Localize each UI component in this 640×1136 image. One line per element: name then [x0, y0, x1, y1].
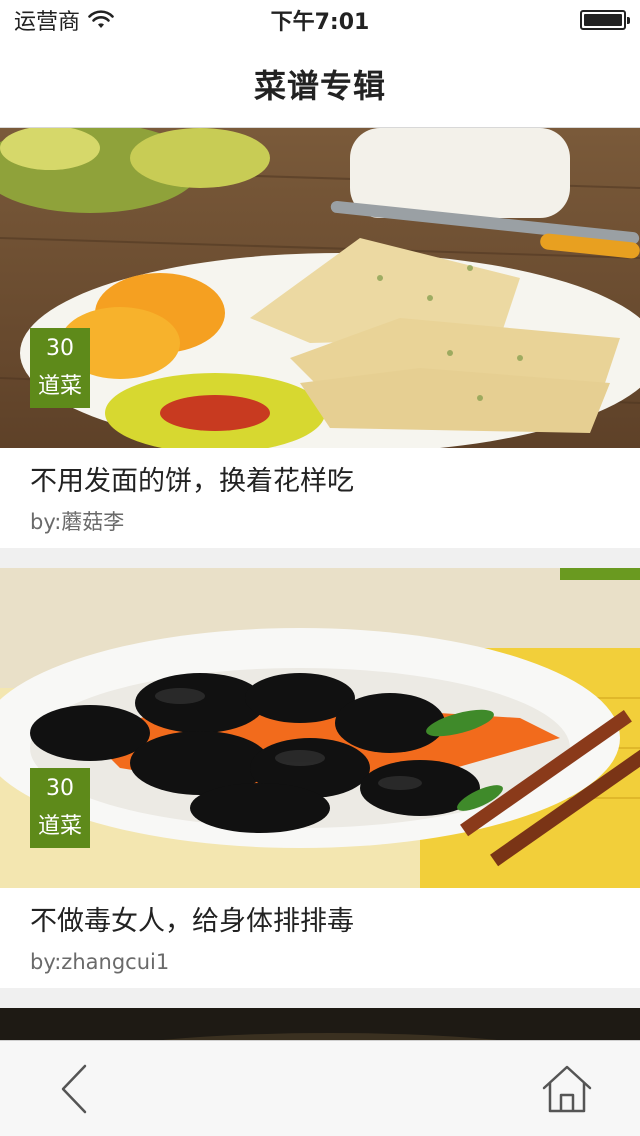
mushroom-photo-art [0, 568, 640, 888]
recipe-album-list[interactable]: 30 道菜 不用发面的饼，换着花样吃 by:蘑菇李 30 道菜 不做毒女人，给身… [0, 128, 640, 1040]
carrier-label: 运营商 [14, 10, 81, 35]
partial-photo-art [0, 1008, 640, 1040]
recipe-album-card[interactable]: 30 道菜 不用发面的饼，换着花样吃 by:蘑菇李 [0, 128, 640, 548]
dish-count: 30 [46, 776, 74, 801]
recipe-photo-partial[interactable] [0, 1008, 640, 1040]
status-bar: 运营商 下午7:01 [0, 0, 640, 40]
album-author: by:zhangcui1 [30, 950, 170, 974]
chevron-left-icon [61, 1064, 87, 1114]
dish-count-unit: 道菜 [37, 814, 82, 839]
battery-icon [580, 10, 630, 30]
nav-bar: 菜谱专辑 [0, 40, 640, 128]
battery-fill [584, 14, 622, 26]
home-button[interactable] [536, 1059, 598, 1119]
dish-count: 30 [46, 336, 74, 361]
status-left: 运营商 [14, 4, 114, 36]
dish-count-badge: 30 道菜 [30, 768, 90, 848]
dish-count-unit: 道菜 [37, 374, 82, 399]
album-author: by:蘑菇李 [30, 510, 125, 534]
album-title[interactable]: 不用发面的饼，换着花样吃 [0, 448, 640, 500]
bottom-toolbar [0, 1040, 640, 1136]
recipe-album-card[interactable]: 30 道菜 不做毒女人，给身体排排毒 by:zhangcui1 [0, 568, 640, 988]
back-button[interactable] [48, 1059, 100, 1119]
recipe-album-card-partial[interactable] [0, 1008, 640, 1040]
album-title[interactable]: 不做毒女人，给身体排排毒 [0, 888, 640, 940]
dish-count-badge: 30 道菜 [30, 328, 90, 408]
pancake-plate-photo[interactable]: 30 道菜 [0, 128, 640, 448]
home-icon [542, 1065, 592, 1113]
wifi-icon [88, 10, 114, 28]
pancake-photo-art [0, 128, 640, 448]
wood-ear-mushroom-photo[interactable]: 30 道菜 [0, 568, 640, 888]
page-title: 菜谱专辑 [253, 66, 386, 105]
